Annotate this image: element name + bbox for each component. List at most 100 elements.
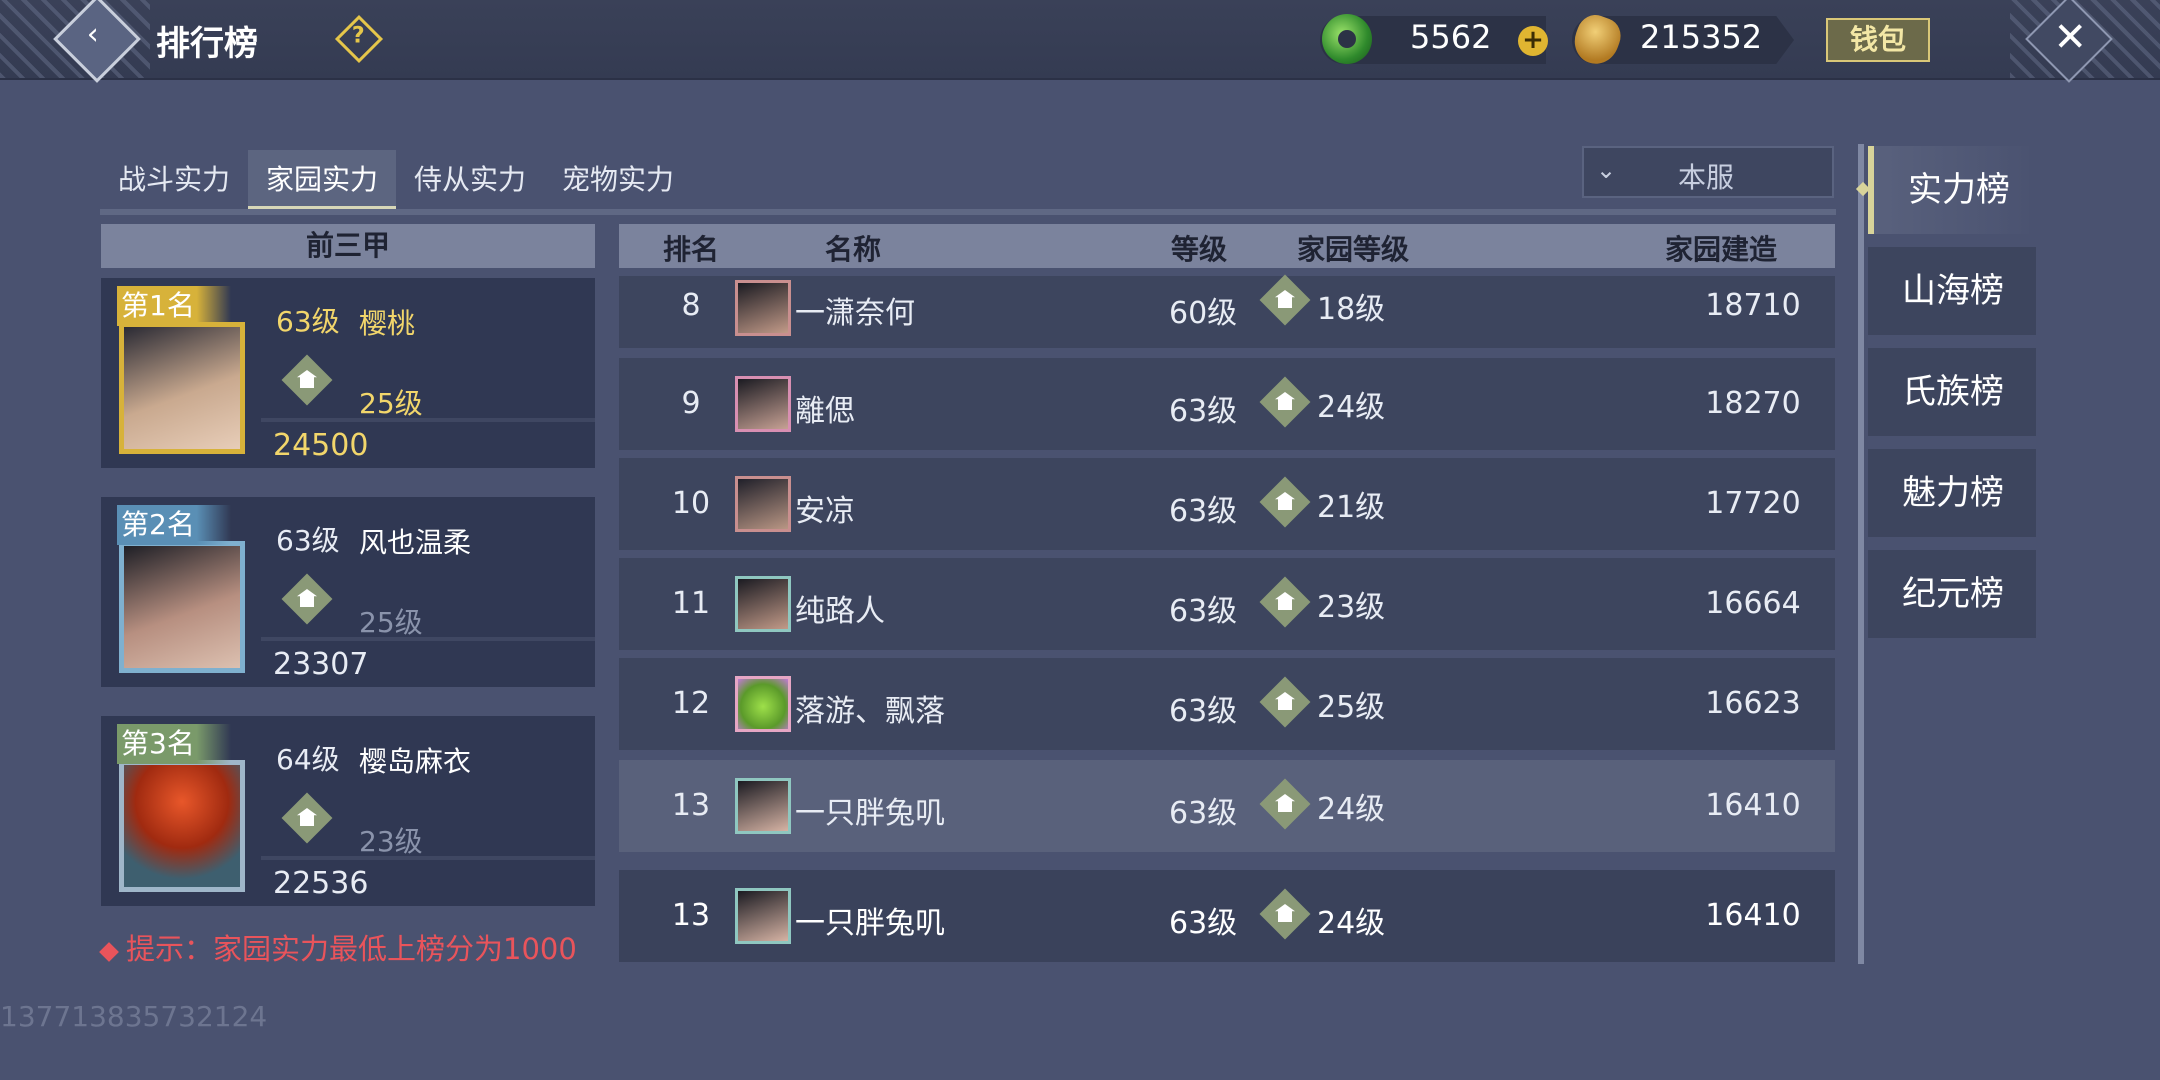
row-level: 63级	[1169, 394, 1238, 429]
page-title: 排行榜	[156, 24, 258, 64]
player-level: 63级	[276, 305, 340, 338]
home-icon	[1259, 476, 1311, 528]
right-divider	[1858, 144, 1864, 964]
rank-badge: 第2名	[117, 505, 231, 545]
row-level: 63级	[1169, 796, 1238, 831]
top3-header: 前三甲	[101, 224, 595, 268]
home-icon	[281, 573, 333, 625]
col-level: 等级	[1171, 233, 1228, 266]
divider	[261, 418, 595, 422]
avatar	[735, 676, 791, 732]
home-icon	[1259, 274, 1311, 326]
tab-home-power[interactable]: 家园实力	[248, 150, 397, 210]
table-row[interactable]: 9 離偲 63级 24级 18270	[619, 358, 1835, 450]
row-build: 16664	[1705, 586, 1801, 621]
rank-type-charm[interactable]: 魅力榜	[1868, 449, 2036, 537]
avatar	[735, 476, 791, 532]
row-name: 一只胖兔叽	[795, 796, 945, 831]
home-icon	[1259, 576, 1311, 628]
home-level: 25级	[359, 387, 423, 420]
close-icon: ✕	[2053, 14, 2088, 61]
col-home-level: 家园等级	[1297, 233, 1410, 266]
table-row-highlighted[interactable]: 13 一只胖兔叽 63级 24级 16410	[619, 760, 1835, 852]
home-level: 23级	[359, 825, 423, 858]
question-icon: ?	[351, 23, 365, 49]
back-arrow-icon: ‹	[86, 16, 99, 52]
wallet-button[interactable]: 钱包	[1826, 18, 1930, 62]
user-id: 137713835732124	[0, 1000, 268, 1033]
table-row[interactable]: 11 纯路人 63级 23级 16664	[619, 558, 1835, 650]
row-build: 16623	[1705, 686, 1801, 721]
row-name: 安凉	[795, 494, 855, 529]
coin-amount: 215352	[1640, 18, 1763, 56]
server-select[interactable]: ⌄ 本服	[1582, 146, 1834, 198]
row-home-level: 25级	[1317, 690, 1386, 725]
col-rank: 排名	[663, 233, 720, 266]
warning-icon	[99, 942, 119, 962]
divider	[261, 856, 595, 860]
row-home-level: 24级	[1317, 906, 1386, 941]
chevron-down-icon: ⌄	[1596, 156, 1617, 184]
rank-type-power[interactable]: 实力榜	[1868, 146, 2036, 234]
home-icon	[281, 792, 333, 844]
top3-card-1[interactable]: 第1名 63级 樱桃 25级 24500	[101, 278, 595, 468]
table-row[interactable]: 8 一潇奈何 60级 18级 18710	[619, 274, 1835, 348]
row-build: 17720	[1705, 486, 1801, 521]
row-level: 63级	[1169, 906, 1238, 941]
rank-type-list: 实力榜 山海榜 氏族榜 魅力榜 纪元榜	[1868, 146, 2036, 651]
row-home-level: 24级	[1317, 792, 1386, 827]
avatar	[735, 576, 791, 632]
rank-type-shanhai[interactable]: 山海榜	[1868, 247, 2036, 335]
hint-text: 提示：家园实力最低上榜分为1000	[99, 926, 577, 968]
avatar	[735, 280, 791, 336]
avatar	[735, 778, 791, 834]
top3-card-3[interactable]: 第3名 64级 樱岛麻衣 23级 22536	[101, 716, 595, 906]
table-header: 排名 名称 等级 家园等级 家园建造	[619, 224, 1835, 268]
rank-badge: 第1名	[117, 286, 231, 326]
row-rank: 13	[671, 788, 711, 823]
row-rank: 11	[671, 586, 711, 621]
top3-card-2[interactable]: 第2名 63级 风也温柔 25级 23307	[101, 497, 595, 687]
rank-type-era[interactable]: 纪元榜	[1868, 550, 2036, 638]
hint-label: 提示：家园实力最低上榜分为1000	[126, 932, 577, 966]
col-home-build: 家园建造	[1665, 233, 1778, 266]
row-build: 16410	[1705, 788, 1801, 823]
jade-amount: 5562	[1410, 18, 1492, 56]
home-score: 24500	[273, 428, 369, 463]
avatar	[735, 376, 791, 432]
row-level: 63级	[1169, 494, 1238, 529]
home-icon	[1259, 778, 1311, 830]
rank-type-clan[interactable]: 氏族榜	[1868, 348, 2036, 436]
table-row[interactable]: 10 安凉 63级 21级 17720	[619, 458, 1835, 550]
row-name: 離偲	[795, 394, 855, 429]
tab-attendant-power[interactable]: 侍从实力	[396, 150, 544, 210]
table-row[interactable]: 12 落游、飘落 63级 25级 16623	[619, 658, 1835, 750]
row-home-level: 18级	[1317, 292, 1386, 327]
avatar	[119, 322, 245, 454]
category-tabs: 战斗实力 家园实力 侍从实力 宠物实力	[100, 150, 692, 210]
row-rank: 13	[671, 898, 711, 933]
server-select-value: 本服	[1678, 161, 1735, 194]
tab-pet-power[interactable]: 宠物实力	[544, 150, 692, 210]
tab-combat-power[interactable]: 战斗实力	[100, 150, 248, 210]
home-score: 23307	[273, 647, 369, 682]
home-score: 22536	[273, 866, 369, 901]
col-name: 名称	[825, 233, 882, 266]
player-name: 风也温柔	[359, 526, 472, 559]
row-home-level: 23级	[1317, 590, 1386, 625]
row-build: 18270	[1705, 386, 1801, 421]
row-rank: 9	[681, 386, 701, 421]
row-rank: 12	[671, 686, 711, 721]
row-rank: 10	[671, 486, 711, 521]
player-name: 樱岛麻衣	[359, 745, 472, 778]
row-name: 一潇奈何	[795, 296, 915, 331]
player-level: 64级	[276, 743, 340, 776]
player-name: 樱桃	[359, 307, 416, 340]
avatar	[735, 888, 791, 944]
add-currency-button[interactable]: +	[1518, 26, 1548, 56]
my-rank-row[interactable]: 13 一只胖兔叽 63级 24级 16410	[619, 870, 1835, 962]
row-name: 纯路人	[795, 594, 885, 629]
home-icon	[281, 354, 333, 406]
row-build: 18710	[1705, 288, 1801, 323]
row-level: 63级	[1169, 594, 1238, 629]
